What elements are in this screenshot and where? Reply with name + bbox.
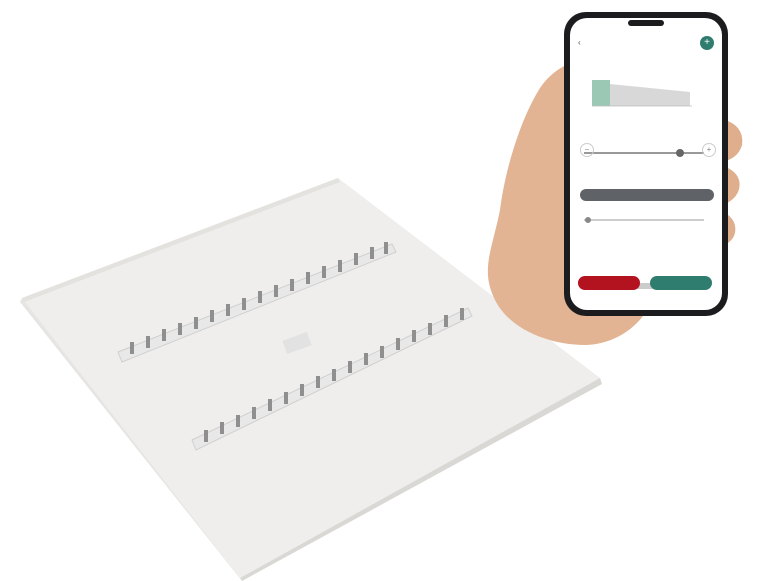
apply-button[interactable] bbox=[580, 189, 714, 201]
plus-icon[interactable]: + bbox=[702, 143, 716, 157]
cancel-button[interactable] bbox=[578, 276, 640, 290]
save-button[interactable] bbox=[650, 276, 712, 290]
minus-icon[interactable]: − bbox=[580, 143, 594, 157]
plus-icon[interactable]: + bbox=[700, 36, 714, 50]
arrow-left-icon[interactable]: ‹ bbox=[578, 38, 581, 47]
phone-screen: ‹ + − + bbox=[572, 22, 720, 308]
